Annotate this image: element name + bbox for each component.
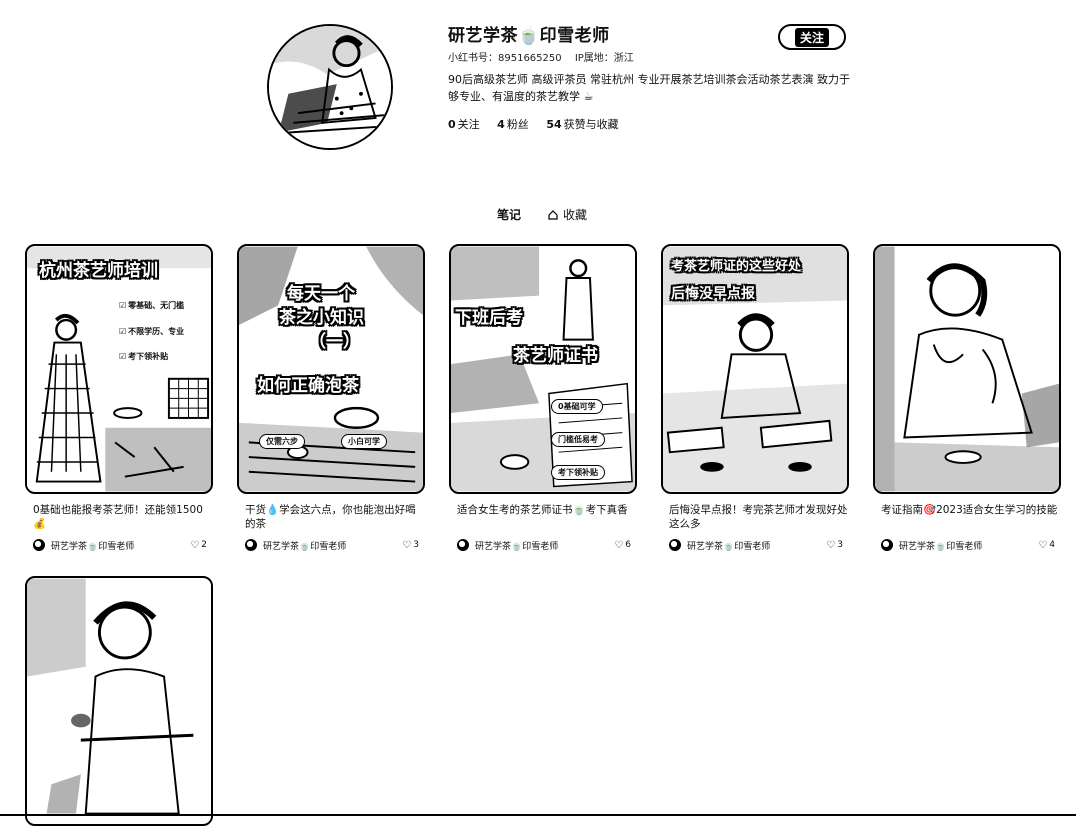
note-cover[interactable]: 考茶艺师证的这些好处 后悔没早点报 <box>661 244 849 494</box>
like-button[interactable]: ♡ 3 <box>826 540 843 551</box>
page-divider <box>0 814 1076 816</box>
like-count: 4 <box>1049 540 1055 550</box>
cover-headline-line: 如何正确泡茶 <box>257 376 359 396</box>
note-footer: 研艺学茶🍵印雪老师 ♡ 6 <box>449 538 637 552</box>
like-button[interactable]: ♡ 4 <box>1038 540 1055 551</box>
note-card[interactable]: 下班后考 茶艺师证书 0基础可学 门槛低易考 考下领补贴 适合女生考的茶艺师证书… <box>449 244 637 552</box>
cover-pill: 0基础可学 <box>551 399 603 414</box>
ip-location: IP属地：浙江 <box>574 53 634 64</box>
stat-following[interactable]: 0 关注 <box>448 118 480 131</box>
note-title[interactable]: 0基础也能报考茶艺师！还能领1500💰 <box>25 503 213 531</box>
heart-icon: ♡ <box>826 539 836 551</box>
note-card[interactable]: 每天一个 茶之小知识 （一） 如何正确泡茶 仅需六步 小白可学 干货💧学会这六点… <box>237 244 425 552</box>
like-button[interactable]: ♡ 3 <box>402 540 419 551</box>
author-avatar[interactable] <box>457 539 469 551</box>
cover-image <box>875 246 1059 492</box>
cover-headline-line: 后悔没早点报 <box>671 286 755 302</box>
author-name[interactable]: 研艺学茶🍵印雪老师 <box>51 539 190 552</box>
follow-button-label: 关注 <box>794 27 829 47</box>
author-name[interactable]: 研艺学茶🍵印雪老师 <box>899 539 1038 552</box>
note-cover[interactable]: 杭州茶艺师培训 零基础、无门槛 不限学历、专业 考下领补贴 <box>25 244 213 494</box>
like-count: 6 <box>625 540 631 550</box>
note-cover[interactable]: 下班后考 茶艺师证书 0基础可学 门槛低易考 考下领补贴 <box>449 244 637 494</box>
profile-meta: 小红书号：8951665250 IP属地：浙江 <box>448 49 644 64</box>
cover-item: 不限学历、专业 <box>119 326 185 337</box>
cover-headline-line: 下班后考 <box>455 308 523 328</box>
stat-likes-collects[interactable]: 54 获赞与收藏 <box>546 118 618 131</box>
cover-pill: 考下领补贴 <box>551 465 605 480</box>
note-cover[interactable]: 每天一个 茶之小知识 （一） 如何正确泡茶 仅需六步 小白可学 <box>237 244 425 494</box>
like-button[interactable]: ♡ 2 <box>190 540 207 551</box>
cover-overlay: 每天一个 茶之小知识 （一） 如何正确泡茶 仅需六步 小白可学 <box>239 246 423 492</box>
avatar-photo <box>269 26 391 148</box>
tab-notes[interactable]: 笔记 <box>497 206 521 223</box>
heart-icon: ♡ <box>402 539 412 551</box>
author-avatar[interactable] <box>33 539 45 551</box>
cover-headline: 杭州茶艺师培训 <box>39 261 158 281</box>
note-footer: 研艺学茶🍵印雪老师 ♡ 4 <box>873 538 1061 552</box>
tab-favorites-label: 收藏 <box>563 208 588 222</box>
profile-tabs: 笔记 收藏 <box>0 206 1076 228</box>
author-avatar[interactable] <box>245 539 257 551</box>
cover-headline-line: 茶艺师证书 <box>513 346 598 366</box>
like-button[interactable]: ♡ 6 <box>614 540 631 551</box>
cover-pill: 仅需六步 <box>259 434 305 449</box>
heart-icon: ♡ <box>614 539 624 551</box>
note-card[interactable]: 考证指南🎯2023适合女生学习的技能 研艺学茶🍵印雪老师 ♡ 4 <box>873 244 1061 552</box>
tab-favorites[interactable]: 收藏 <box>548 206 587 223</box>
cover-headline-line: 考茶艺师证的这些好处 <box>671 259 802 274</box>
house-icon <box>548 209 558 220</box>
avatar[interactable] <box>267 24 393 150</box>
note-footer: 研艺学茶🍵印雪老师 ♡ 2 <box>25 538 213 552</box>
note-footer: 研艺学茶🍵印雪老师 ♡ 3 <box>661 538 849 552</box>
cover-pill: 门槛低易考 <box>551 432 605 447</box>
like-count: 2 <box>201 540 207 550</box>
heart-icon: ♡ <box>1038 539 1048 551</box>
xhs-id: 小红书号：8951665250 <box>448 53 562 64</box>
author-avatar[interactable] <box>881 539 893 551</box>
cover-item: 考下领补贴 <box>119 351 169 362</box>
like-count: 3 <box>837 540 843 550</box>
cover-overlay: 考茶艺师证的这些好处 后悔没早点报 <box>663 246 847 492</box>
profile-header: 研艺学茶🍵印雪老师 小红书号：8951665250 IP属地：浙江 90后高级茶… <box>0 0 1076 200</box>
author-name[interactable]: 研艺学茶🍵印雪老师 <box>263 539 402 552</box>
stat-followers[interactable]: 4 粉丝 <box>497 118 529 131</box>
note-title[interactable]: 干货💧学会这六点，你也能泡出好喝的茶 <box>237 503 425 531</box>
cover-headline-line: 每天一个 <box>287 284 355 304</box>
cover-pill: 小白可学 <box>341 434 387 449</box>
note-footer: 研艺学茶🍵印雪老师 ♡ 3 <box>237 538 425 552</box>
cover-headline-line: （一） <box>309 332 360 352</box>
note-title[interactable]: 后悔没早点报！考完茶艺师才发现好处这么多 <box>661 503 849 531</box>
note-card[interactable]: 杭州茶艺师培训 零基础、无门槛 不限学历、专业 考下领补贴 0基础也能报考茶艺师… <box>25 244 213 552</box>
cover-overlay: 下班后考 茶艺师证书 0基础可学 门槛低易考 考下领补贴 <box>451 246 635 492</box>
cover-headline-line: 茶之小知识 <box>279 308 364 328</box>
user-name: 研艺学茶🍵印雪老师 <box>448 26 610 46</box>
author-name[interactable]: 研艺学茶🍵印雪老师 <box>687 539 826 552</box>
note-card[interactable] <box>25 576 213 826</box>
author-name[interactable]: 研艺学茶🍵印雪老师 <box>475 539 614 552</box>
author-avatar[interactable] <box>669 539 681 551</box>
cover-overlay: 杭州茶艺师培训 零基础、无门槛 不限学历、专业 考下领补贴 <box>27 246 211 492</box>
cover-image <box>27 578 211 824</box>
profile-stats: 0 关注 4 粉丝 54 获赞与收藏 <box>448 116 633 132</box>
note-cover[interactable] <box>25 576 213 826</box>
note-card[interactable]: 考茶艺师证的这些好处 后悔没早点报 后悔没早点报！考完茶艺师才发现好处这么多 研… <box>661 244 849 552</box>
note-title[interactable]: 考证指南🎯2023适合女生学习的技能 <box>873 503 1061 531</box>
note-title[interactable]: 适合女生考的茶艺师证书🍵考下真香 <box>449 503 637 531</box>
tab-notes-label: 笔记 <box>497 208 522 222</box>
cover-item: 零基础、无门槛 <box>119 300 185 311</box>
follow-button[interactable]: 关注 <box>778 24 846 50</box>
heart-icon: ♡ <box>190 539 200 551</box>
like-count: 3 <box>413 540 419 550</box>
profile-bio: 90后高级茶艺师 高级评茶员 常驻杭州 专业开展茶艺培训茶会活动茶艺表演 致力于… <box>448 73 850 103</box>
note-cover[interactable] <box>873 244 1061 494</box>
